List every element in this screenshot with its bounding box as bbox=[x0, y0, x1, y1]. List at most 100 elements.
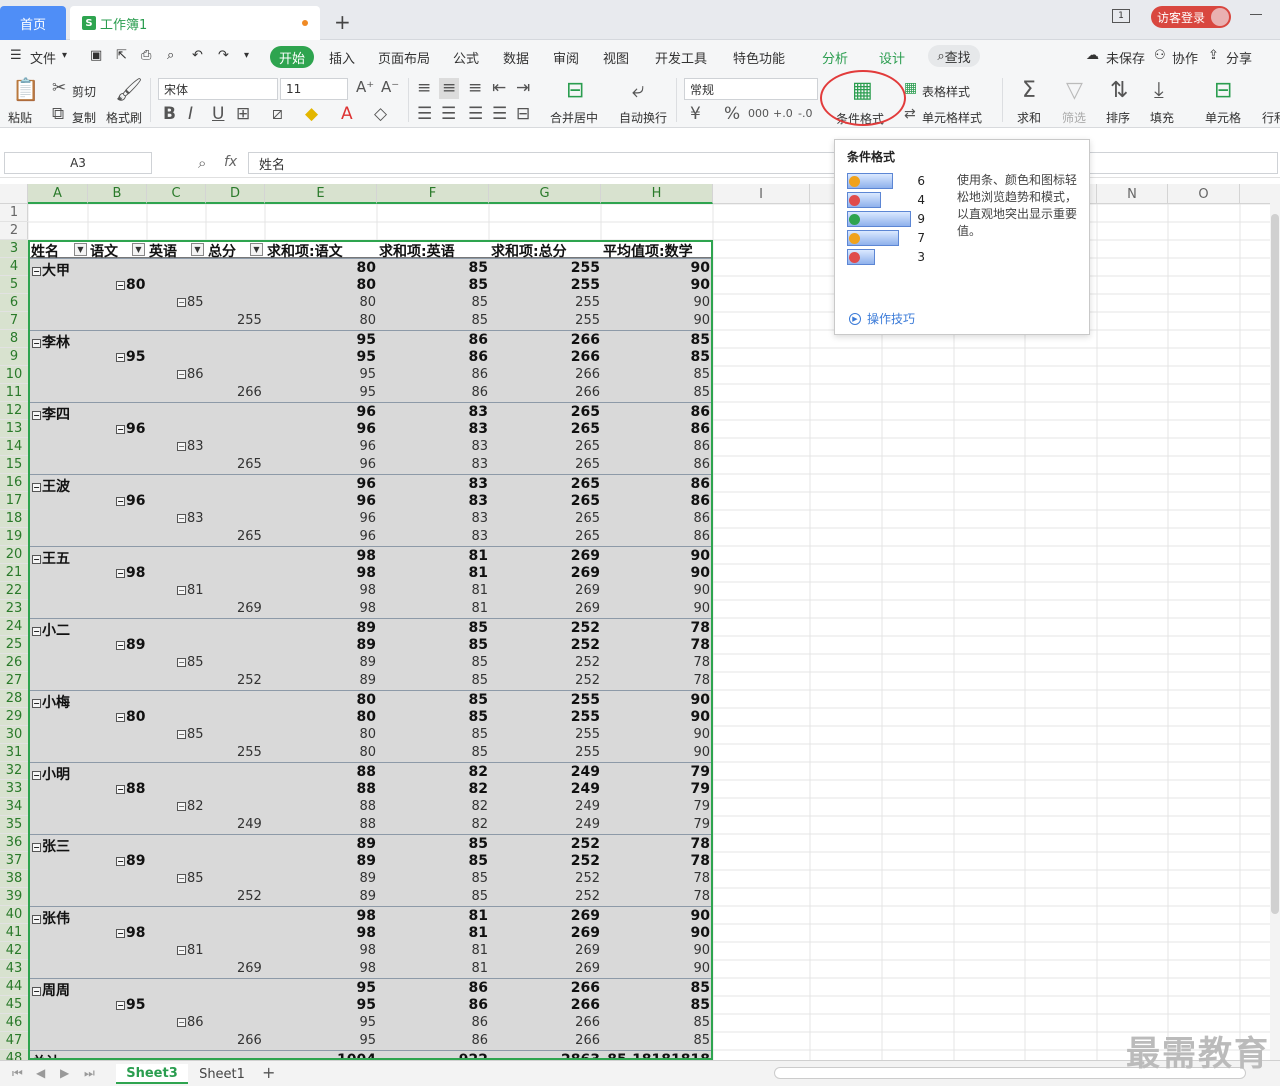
column-header-b[interactable]: B bbox=[88, 184, 147, 204]
wrap-text-icon[interactable]: ⤶ bbox=[632, 80, 644, 102]
indent-increase-icon[interactable]: ⇥ bbox=[516, 80, 530, 97]
collapse-toggle-icon[interactable]: − bbox=[177, 298, 186, 307]
row-header[interactable]: 36 bbox=[0, 834, 28, 852]
english-filter-dropdown-icon[interactable]: ▼ bbox=[191, 243, 204, 256]
row-header[interactable]: 47 bbox=[0, 1032, 28, 1050]
align-bottom-icon[interactable]: ≡ bbox=[468, 80, 482, 97]
minimize-icon[interactable] bbox=[1250, 14, 1262, 15]
number-format-select[interactable]: 常规 bbox=[684, 78, 818, 100]
currency-icon[interactable]: ¥ bbox=[690, 106, 701, 123]
collapse-toggle-icon[interactable]: − bbox=[116, 496, 125, 506]
row-header[interactable]: 7 bbox=[0, 312, 28, 330]
collapse-toggle-icon[interactable]: − bbox=[177, 730, 186, 739]
save-icon[interactable]: ▣ bbox=[90, 48, 102, 63]
row-header[interactable]: 28 bbox=[0, 690, 28, 708]
collapse-toggle-icon[interactable]: − bbox=[32, 338, 41, 348]
row-header[interactable]: 22 bbox=[0, 582, 28, 600]
column-header-f[interactable]: F bbox=[377, 184, 489, 204]
first-sheet-icon[interactable]: ⏮ bbox=[12, 1066, 23, 1081]
fill-icon[interactable]: ⤓ bbox=[1154, 80, 1164, 102]
format-painter-icon[interactable]: 🖌 bbox=[115, 80, 143, 102]
row-header[interactable]: 15 bbox=[0, 456, 28, 474]
row-header[interactable]: 14 bbox=[0, 438, 28, 456]
row-header[interactable]: 38 bbox=[0, 870, 28, 888]
name-box[interactable]: A3 bbox=[4, 152, 152, 174]
collapse-toggle-icon[interactable]: − bbox=[32, 770, 41, 780]
row-header[interactable]: 16 bbox=[0, 474, 28, 492]
row-header[interactable]: 33 bbox=[0, 780, 28, 798]
column-header-i[interactable]: I bbox=[713, 184, 810, 204]
row-header[interactable]: 4 bbox=[0, 258, 28, 276]
collapse-toggle-icon[interactable]: − bbox=[177, 514, 186, 523]
share-button[interactable]: 分享 bbox=[1226, 48, 1252, 67]
collapse-toggle-icon[interactable]: − bbox=[116, 568, 125, 578]
collapse-toggle-icon[interactable]: − bbox=[32, 842, 41, 852]
cells-icon[interactable]: ⊟ bbox=[1214, 80, 1232, 102]
collapse-toggle-icon[interactable]: − bbox=[32, 266, 41, 276]
row-header[interactable]: 29 bbox=[0, 708, 28, 726]
decrease-decimal-icon[interactable]: -.0 bbox=[798, 108, 812, 119]
collapse-toggle-icon[interactable]: − bbox=[32, 986, 41, 996]
row-header[interactable]: 3 bbox=[0, 240, 28, 258]
collapse-toggle-icon[interactable]: − bbox=[177, 442, 186, 451]
column-header-o[interactable]: O bbox=[1168, 184, 1240, 204]
fill-color-icon[interactable]: ◆ bbox=[305, 106, 318, 123]
align-right-icon[interactable]: ☰ bbox=[468, 106, 483, 123]
row-header[interactable]: 45 bbox=[0, 996, 28, 1014]
visitor-login-button[interactable]: 访客登录 bbox=[1151, 6, 1231, 28]
menu-analysis[interactable]: 分析 bbox=[822, 48, 848, 67]
row-header[interactable]: 43 bbox=[0, 960, 28, 978]
hamburger-icon[interactable]: ☰ bbox=[10, 48, 22, 63]
thousands-icon[interactable]: 000 bbox=[748, 108, 769, 119]
underline-icon[interactable]: U bbox=[212, 106, 224, 123]
collapse-toggle-icon[interactable]: − bbox=[116, 856, 125, 866]
align-left-icon[interactable]: ☰ bbox=[417, 106, 432, 123]
column-header-h[interactable]: H bbox=[601, 184, 713, 204]
collapse-toggle-icon[interactable]: − bbox=[32, 626, 41, 636]
menu-start[interactable]: 开始 bbox=[270, 46, 314, 68]
collapse-toggle-icon[interactable]: − bbox=[32, 554, 41, 564]
row-header[interactable]: 24 bbox=[0, 618, 28, 636]
collapse-toggle-icon[interactable]: − bbox=[116, 928, 125, 938]
collapse-toggle-icon[interactable]: − bbox=[116, 712, 125, 722]
font-color-icon[interactable]: A bbox=[341, 106, 353, 123]
menu-features[interactable]: 特色功能 bbox=[733, 48, 785, 67]
undo-icon[interactable]: ↶ bbox=[192, 48, 203, 63]
row-header[interactable]: 20 bbox=[0, 546, 28, 564]
row-header[interactable]: 46 bbox=[0, 1014, 28, 1032]
collapse-toggle-icon[interactable]: − bbox=[177, 802, 186, 811]
menu-design[interactable]: 设计 bbox=[879, 48, 905, 67]
indent-decrease-icon[interactable]: ⇤ bbox=[492, 80, 506, 97]
align-center-icon[interactable]: ☰ bbox=[441, 106, 456, 123]
align-top-icon[interactable]: ≡ bbox=[417, 80, 431, 97]
formula-input[interactable]: 姓名 bbox=[248, 152, 1278, 174]
column-header-g[interactable]: G bbox=[489, 184, 601, 204]
window-layout-icon[interactable]: 1 bbox=[1112, 9, 1130, 23]
bold-icon[interactable]: B bbox=[163, 106, 176, 123]
collapse-toggle-icon[interactable]: − bbox=[177, 370, 186, 379]
document-tab[interactable]: S 工作簿1 bbox=[70, 6, 320, 40]
add-sheet-icon[interactable]: + bbox=[262, 1063, 275, 1082]
sheet-tab-sheet3[interactable]: Sheet3 bbox=[116, 1064, 188, 1084]
percent-icon[interactable]: % bbox=[724, 106, 740, 123]
pivot-table[interactable]: 姓名 ▼ 语文 ▼ 英语 ▼ 总分 ▼ 求和项:语文 求和项:英语 求和项:总分… bbox=[28, 240, 713, 1060]
rows-cols-button[interactable]: 行和 bbox=[1262, 109, 1280, 126]
sum-icon[interactable]: Σ bbox=[1022, 80, 1036, 102]
search-button[interactable]: ⌕ 查找 bbox=[928, 45, 980, 67]
vertical-scroll-thumb[interactable] bbox=[1271, 214, 1279, 914]
row-header[interactable]: 10 bbox=[0, 366, 28, 384]
collapse-toggle-icon[interactable]: − bbox=[32, 410, 41, 420]
next-sheet-icon[interactable]: ▶ bbox=[60, 1066, 69, 1080]
tips-link[interactable]: ▶ 操作技巧 bbox=[849, 310, 915, 327]
row-header[interactable]: 5 bbox=[0, 276, 28, 294]
row-header[interactable]: 9 bbox=[0, 348, 28, 366]
quick-access-dropdown-icon[interactable]: ▾ bbox=[244, 50, 249, 61]
fx-icon[interactable]: fx bbox=[224, 154, 237, 170]
row-header[interactable]: 31 bbox=[0, 744, 28, 762]
collapse-toggle-icon[interactable]: − bbox=[116, 280, 125, 290]
merge-center-icon[interactable]: ⊟ bbox=[566, 80, 584, 102]
row-header[interactable]: 35 bbox=[0, 816, 28, 834]
collapse-toggle-icon[interactable]: − bbox=[116, 352, 125, 362]
menu-review[interactable]: 审阅 bbox=[553, 48, 579, 67]
row-header[interactable]: 34 bbox=[0, 798, 28, 816]
